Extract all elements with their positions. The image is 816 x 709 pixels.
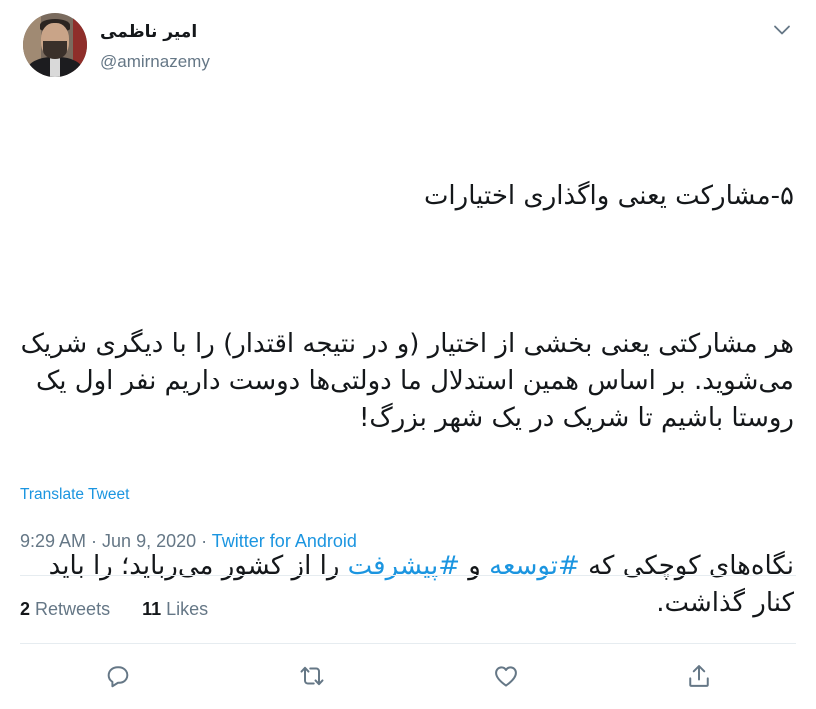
divider — [20, 643, 796, 644]
likes-count: 11 — [142, 599, 162, 619]
separator: · — [86, 531, 103, 551]
tweet-text-fragment: و — [460, 551, 490, 581]
translate-tweet-link[interactable]: Translate Tweet — [20, 486, 129, 504]
likes-label: Likes — [166, 599, 209, 619]
hashtag-link[interactable]: #پیشرفت — [348, 551, 460, 581]
tweet-paragraph: هر مشارکتی یعنی بخشی از اختیار (و در نتی… — [12, 329, 794, 433]
reply-icon[interactable] — [104, 662, 132, 690]
tweet-source-link[interactable]: Twitter for Android — [212, 531, 357, 551]
retweets-stat[interactable]: 2 Retweets — [20, 599, 110, 619]
avatar[interactable] — [23, 13, 87, 77]
author-display-name[interactable]: امیر ناظمی — [100, 22, 197, 42]
tweet-stats: 2 Retweets 11 Likes — [20, 599, 208, 620]
author-handle[interactable]: @amirnazemy — [100, 52, 210, 72]
retweets-count: 2 — [20, 599, 31, 619]
divider — [20, 575, 796, 576]
likes-stat[interactable]: 11 Likes — [142, 599, 208, 619]
tweet-time[interactable]: 9:29 AM — [20, 531, 86, 551]
tweet-date[interactable]: Jun 9, 2020 — [102, 531, 196, 551]
chevron-down-icon[interactable] — [770, 18, 794, 42]
tweet-meta: 9:29 AM · Jun 9, 2020 · Twitter for Andr… — [20, 531, 357, 552]
share-icon[interactable] — [685, 662, 713, 690]
hashtag-link[interactable]: #توسعه — [489, 551, 580, 581]
heart-icon[interactable] — [492, 662, 520, 690]
retweets-label: Retweets — [35, 599, 111, 619]
tweet-paragraph: ۵-مشارکت یعنی واگذاری اختیارات — [423, 181, 794, 211]
tweet-text-fragment: نگاه‌های کوچکی که — [579, 551, 794, 581]
retweet-icon[interactable] — [298, 662, 326, 690]
separator: · — [196, 531, 212, 551]
